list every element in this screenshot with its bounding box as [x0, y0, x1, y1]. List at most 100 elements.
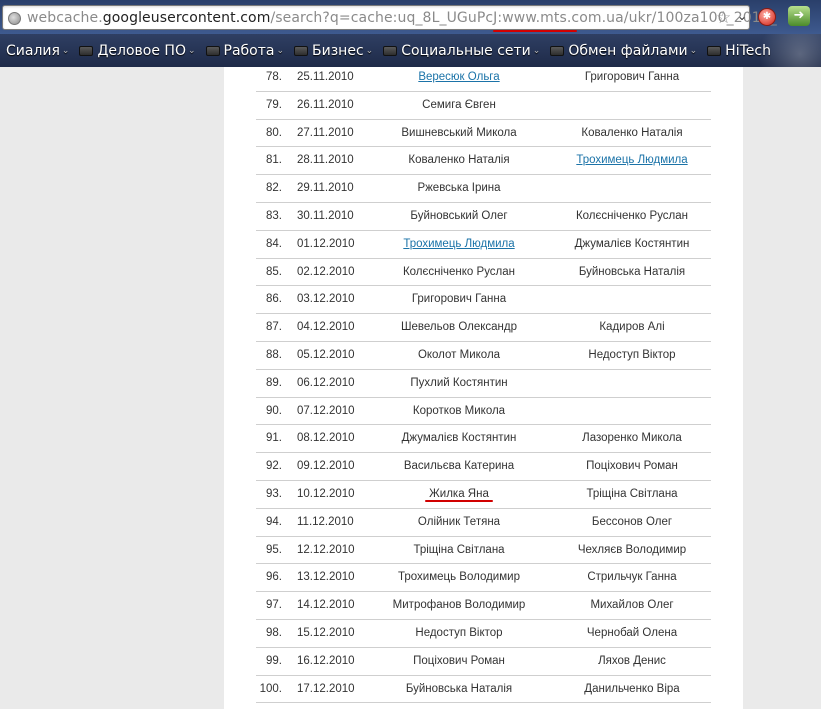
chevron-down-icon: ⌄: [187, 45, 196, 56]
bookmark-folder[interactable]: Социальные сети ⌄: [383, 43, 540, 59]
row-date: 05.12.2010: [297, 348, 355, 361]
row-number: 82.: [266, 182, 282, 195]
row-person-secondary: Поціхович Роман: [586, 460, 678, 473]
browser-toolbar: webcache.googleusercontent.com/search?q=…: [0, 0, 821, 34]
table-row: 88. 05.12.2010 Околот Микола Недоступ Вікто…: [256, 342, 711, 370]
row-number: 97.: [266, 599, 282, 612]
row-date: 17.12.2010: [297, 682, 355, 695]
chevron-down-icon: ⌄: [689, 45, 698, 56]
row-person-primary-link[interactable]: Вересюк Ольга: [418, 71, 499, 83]
row-number: 79.: [266, 98, 282, 111]
bookmark-folder[interactable]: Сиалия ⌄: [6, 43, 69, 59]
folder-icon: [550, 45, 565, 56]
row-person-secondary: [552, 370, 712, 398]
bookmark-folder[interactable]: Работа ⌄: [205, 42, 285, 59]
row-person-primary: Колєсніченко Руслан: [402, 265, 516, 278]
row-person-primary-link[interactable]: Трохимець Людмила: [403, 238, 514, 250]
url-text[interactable]: webcache.googleusercontent.com/search?q=…: [27, 10, 777, 26]
page-background: 78. 25.11.2010 Вересюк Ольга Григорович Ган…: [0, 67, 821, 709]
row-date: 30.11.2010: [297, 209, 354, 222]
row-person-primary: Олійник Тетяна: [417, 515, 501, 528]
row-person-secondary: [552, 286, 712, 314]
row-date: 29.11.2010: [297, 182, 354, 195]
bookmark-folder[interactable]: Деловое ПО ⌄: [79, 42, 196, 59]
row-person-secondary: Кадиров Алі: [599, 321, 665, 334]
row-date: 03.12.2010: [297, 293, 355, 306]
row-number: 99.: [266, 654, 282, 667]
address-bar[interactable]: webcache.googleusercontent.com/search?q=…: [2, 5, 777, 32]
bookmark-star-icon[interactable]: ☆: [716, 8, 731, 28]
folder-icon: [205, 45, 220, 56]
table-row: 94. 11.12.2010 Олійник Тетяна Бессонов Олег: [256, 509, 711, 537]
row-number: 87.: [266, 321, 282, 334]
row-number: 96.: [266, 571, 282, 584]
table-row: 90. 07.12.2010 Коротков Микола: [256, 398, 711, 426]
row-person-secondary: Стрильчук Ганна: [587, 571, 677, 584]
row-number: 98.: [266, 626, 282, 639]
url-host: googleusercontent.com: [102, 10, 271, 26]
row-person-secondary: Тріщіна Світлана: [586, 487, 678, 500]
row-person-primary: Пухлий Костянтин: [410, 376, 508, 389]
row-date: 04.12.2010: [297, 321, 355, 334]
row-date: 26.11.2010: [297, 98, 354, 111]
extension-icon[interactable]: ➜: [788, 6, 810, 26]
table-row: 89. 06.12.2010 Пухлий Костянтин: [256, 370, 711, 398]
row-number: 84.: [266, 237, 282, 250]
chevron-down-icon: ⌄: [276, 45, 285, 56]
folder-icon: [383, 45, 398, 56]
bookmark-label: Деловое ПО: [97, 42, 186, 59]
table-row: 95. 12.12.2010 Тріщіна Світлана Чехляєв Вол…: [256, 537, 711, 565]
row-person-primary: Вишневський Микола: [401, 126, 517, 139]
table-row: 80. 27.11.2010 Вишневський Микола Коваленко…: [256, 120, 711, 148]
bookmark-folder[interactable]: Обмен файлами ⌄: [550, 43, 697, 59]
row-person-primary: Жилка Яна: [429, 487, 489, 500]
row-person-primary: Буйновська Наталія: [405, 682, 513, 695]
bookmark-label: Работа: [223, 42, 275, 59]
row-person-primary: Околот Микола: [417, 348, 501, 361]
row-person-secondary: Коваленко Наталія: [581, 126, 683, 139]
red-underline-annotation: [425, 499, 493, 502]
row-person-primary: Недоступ Віктор: [415, 626, 503, 639]
row-person-primary: Семига Євген: [422, 98, 496, 111]
table-row: 78. 25.11.2010 Вересюк Ольга Григорович Ган…: [256, 64, 711, 92]
row-number: 78.: [266, 71, 282, 83]
row-person-primary: Джумалієв Костянтин: [401, 432, 517, 445]
table-row: 86. 03.12.2010 Григорович Ганна: [256, 286, 712, 315]
table-row: 97. 14.12.2010 Митрофанов Володимир Михайло…: [256, 592, 711, 620]
row-date: 01.12.2010: [297, 237, 355, 250]
table-row: 96. 13.12.2010 Трохимець Володимир Стрильчу…: [256, 564, 711, 593]
row-person-secondary: Данильченко Віра: [584, 682, 680, 695]
stop-icon[interactable]: ✱: [758, 8, 776, 26]
row-person-secondary: Колєсніченко Руслан: [575, 209, 689, 222]
bookmark-label: Сиалия: [6, 42, 60, 59]
url-dropdown-icon[interactable]: ⌄: [737, 9, 747, 23]
bookmark-folder[interactable]: Бизнес ⌄: [294, 43, 373, 59]
table-row: 92. 09.12.2010 Васильєва Катерина Поціхович…: [256, 453, 711, 481]
row-person-primary: Шевельов Олександр: [400, 321, 518, 334]
table-row: 91. 08.12.2010 Джумалієв Костянтин Лазоренк…: [256, 425, 711, 454]
row-person-secondary: [552, 92, 712, 120]
row-person-secondary: Лазоренко Микола: [582, 432, 682, 445]
row-person-primary: Поціхович Роман: [413, 654, 505, 667]
row-date: 16.12.2010: [297, 654, 355, 667]
bookmark-folder[interactable]: HiTech: [707, 43, 771, 59]
table-row: 98. 15.12.2010 Недоступ Віктор Чернобай Оле…: [256, 620, 711, 648]
table-row: 81. 28.11.2010 Коваленко Наталія Трохимець …: [256, 147, 711, 176]
row-person-secondary: [552, 398, 712, 426]
row-date: 12.12.2010: [297, 543, 355, 556]
table-row: 99. 16.12.2010 Поціхович Роман Ляхов Денис: [256, 648, 711, 676]
schedule-table: 78. 25.11.2010 Вересюк Ольга Григорович Ган…: [256, 64, 712, 704]
row-person-secondary: Недоступ Віктор: [588, 348, 676, 361]
row-person-secondary: Бессонов Олег: [591, 515, 673, 528]
row-person-secondary-link[interactable]: Трохимець Людмила: [576, 154, 687, 166]
row-date: 10.12.2010: [297, 487, 355, 500]
chevron-down-icon: ⌄: [365, 45, 374, 56]
row-person-secondary: Ляхов Денис: [598, 654, 666, 667]
bookmarks-bar: Сиалия ⌄ Деловое ПО ⌄ Работа ⌄ Бизнес ⌄ Социальн…: [0, 34, 821, 67]
chevron-down-icon: ⌄: [61, 45, 70, 56]
table-row: 93. 10.12.2010 Жилка Яна Тріщіна Світлана: [256, 481, 711, 509]
bookmark-label: Обмен файлами: [568, 42, 688, 59]
row-number: 81.: [266, 154, 282, 167]
row-date: 07.12.2010: [297, 404, 355, 417]
row-person-secondary: [552, 175, 712, 203]
